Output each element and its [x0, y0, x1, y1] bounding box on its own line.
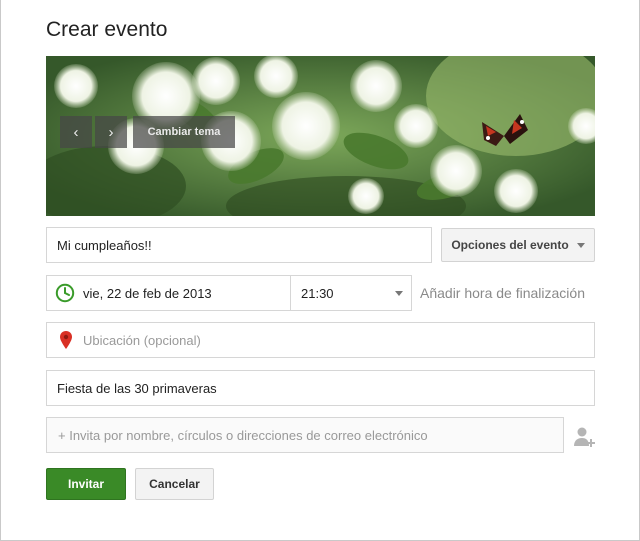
- event-options-label: Opciones del evento: [451, 238, 569, 252]
- caret-down-icon: [395, 290, 403, 296]
- theme-banner-image: [46, 56, 595, 216]
- caret-down-icon: [576, 242, 585, 248]
- change-theme-button[interactable]: Cambiar tema: [133, 116, 235, 148]
- date-picker-field[interactable]: vie, 22 de feb de 2013: [46, 275, 291, 311]
- theme-prev-button[interactable]: ‹: [60, 116, 92, 148]
- add-end-time-link[interactable]: Añadir hora de finalización: [420, 285, 585, 301]
- date-value: vie, 22 de feb de 2013: [83, 285, 212, 301]
- location-placeholder: Ubicación (opcional): [83, 332, 201, 348]
- add-person-icon[interactable]: [572, 425, 596, 449]
- time-value: 21:30: [301, 285, 334, 301]
- create-event-dialog: Crear evento ‹ › Cambiar tema Mi cumplea…: [0, 0, 640, 541]
- map-pin-icon: [60, 331, 72, 349]
- invite-placeholder: + Invita por nombre, círculos o direccio…: [58, 427, 428, 443]
- description-input[interactable]: Fiesta de las 30 primaveras: [46, 370, 595, 406]
- event-options-dropdown[interactable]: Opciones del evento: [441, 228, 595, 262]
- chevron-left-icon: ‹: [73, 123, 79, 141]
- chevron-right-icon: ›: [108, 123, 114, 141]
- description-value: Fiesta de las 30 primaveras: [57, 380, 217, 396]
- theme-next-button[interactable]: ›: [95, 116, 127, 148]
- invite-input[interactable]: + Invita por nombre, círculos o direccio…: [46, 417, 564, 453]
- location-input[interactable]: Ubicación (opcional): [46, 322, 595, 358]
- cancel-button[interactable]: Cancelar: [135, 468, 214, 500]
- invite-button[interactable]: Invitar: [46, 468, 126, 500]
- event-name-value: Mi cumpleaños!!: [57, 237, 152, 253]
- time-select[interactable]: 21:30: [290, 275, 412, 311]
- event-name-input[interactable]: Mi cumpleaños!!: [46, 227, 432, 263]
- clock-icon: [55, 283, 75, 303]
- dialog-title: Crear evento: [46, 18, 168, 41]
